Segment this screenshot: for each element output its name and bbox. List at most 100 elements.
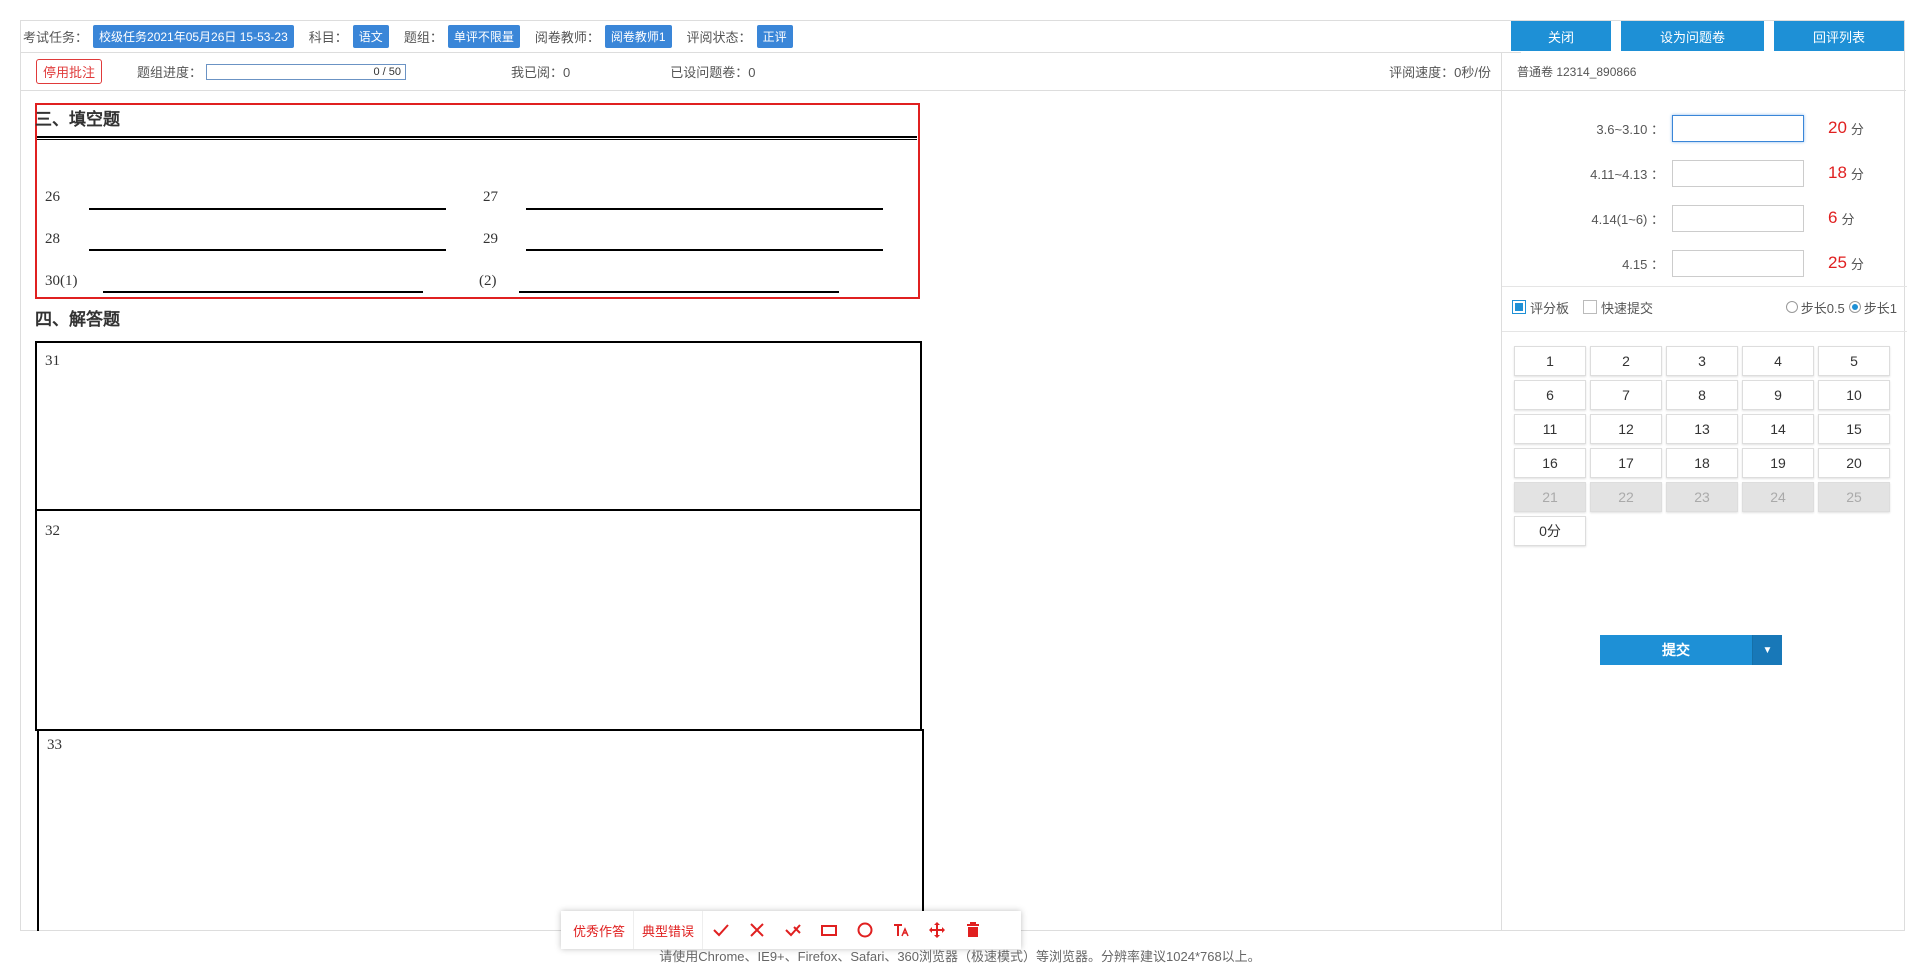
task-label: 考试任务：	[23, 30, 89, 45]
score-label: 4.14(1~6) ：	[1591, 211, 1664, 227]
progress-label: 题组进度：	[137, 65, 203, 80]
step-options: 步长0.5 步长1	[1785, 298, 1897, 317]
score-key[interactable]: 15	[1818, 414, 1890, 444]
score-input[interactable]	[1672, 159, 1804, 187]
quick-submit-checkbox[interactable]	[1583, 300, 1598, 314]
submit-dropdown-icon[interactable]: ▼	[1752, 635, 1782, 665]
divider-line	[37, 139, 917, 140]
quick-submit-label: 快速提交	[1601, 300, 1654, 316]
status-bar: 停用批注 题组进度： 0 / 50 我已阅：0 已设问题卷：0 评阅速度：0秒/…	[21, 53, 1501, 91]
score-key[interactable]: 14	[1742, 414, 1814, 444]
score-board-label: 评分板	[1530, 300, 1570, 316]
step-half-label: 步长0.5	[1800, 300, 1845, 316]
rectangle-icon[interactable]	[811, 911, 847, 949]
excellent-answer-button[interactable]: 优秀作答	[565, 911, 635, 949]
submit-button[interactable]: 提交	[1600, 635, 1752, 665]
score-key[interactable]: 19	[1742, 448, 1814, 478]
score-key[interactable]: 16	[1514, 448, 1586, 478]
divider-line	[37, 136, 917, 138]
score-key[interactable]: 8	[1666, 380, 1738, 410]
score-key[interactable]: 2	[1590, 346, 1662, 376]
score-key-disabled: 22	[1590, 482, 1662, 512]
score-key[interactable]: 11	[1514, 414, 1586, 444]
paper-number: 普通卷 12314_890866	[1501, 53, 1906, 91]
blank-number: (2)	[479, 273, 497, 289]
score-key[interactable]: 9	[1742, 380, 1814, 410]
score-unit: 分	[1850, 256, 1864, 272]
score-key-disabled: 21	[1514, 482, 1586, 512]
max-score: 6	[1828, 208, 1838, 227]
score-input[interactable]	[1672, 249, 1804, 277]
text-icon[interactable]	[883, 911, 919, 949]
max-score: 20	[1828, 118, 1847, 137]
circle-icon[interactable]	[847, 911, 883, 949]
score-key-disabled: 25	[1818, 482, 1890, 512]
set-problem-button[interactable]: 设为问题卷	[1621, 21, 1764, 51]
answer-line	[526, 208, 883, 210]
zero-score-key[interactable]: 0分	[1514, 516, 1586, 546]
score-row: 3.6~3.10 ： 20 分	[1502, 113, 1907, 143]
annotation-toolbar: 优秀作答 典型错误	[561, 911, 1021, 949]
top-actions: 关闭 设为问题卷 回评列表	[1511, 21, 1904, 53]
scoring-panel: 3.6~3.10 ： 20 分 4.11~4.13 ： 18 分 4.14(1~…	[1501, 91, 1907, 931]
score-key[interactable]: 12	[1590, 414, 1662, 444]
stop-annotate-button[interactable]: 停用批注	[36, 59, 103, 84]
progress-bar: 0 / 50	[206, 63, 407, 80]
typical-error-button[interactable]: 典型错误	[634, 911, 704, 949]
check-icon[interactable]	[703, 911, 739, 949]
score-key[interactable]: 18	[1666, 448, 1738, 478]
question-number: 33	[47, 737, 62, 753]
teacher-tag: 阅卷教师1	[604, 25, 672, 48]
score-key[interactable]: 20	[1818, 448, 1890, 478]
cross-icon[interactable]	[739, 911, 775, 949]
progress-text: 0 / 50	[373, 65, 402, 78]
score-key[interactable]: 4	[1742, 346, 1814, 376]
blank-number: 29	[483, 231, 498, 247]
app-frame: 考试任务： 校级任务2021年05月26日 15-53-23 科目： 语文 题组…	[20, 20, 1907, 949]
subject-label: 科目：	[308, 30, 348, 45]
step-one-label: 步长1	[1863, 300, 1897, 316]
panel-divider	[1502, 331, 1907, 332]
step-half-radio[interactable]	[1785, 301, 1798, 313]
score-key[interactable]: 17	[1590, 448, 1662, 478]
score-key-disabled: 24	[1742, 482, 1814, 512]
question-number: 31	[45, 353, 60, 369]
score-label: 4.15 ：	[1622, 256, 1664, 272]
trash-icon[interactable]	[955, 911, 991, 949]
blank-number: 30(1)	[45, 273, 78, 289]
exam-info-bar: 考试任务： 校级任务2021年05月26日 15-53-23 科目： 语文 题组…	[21, 21, 1521, 53]
answer-line	[89, 249, 446, 251]
task-tag: 校级任务2021年05月26日 15-53-23	[93, 25, 294, 48]
selected-question-box	[35, 103, 920, 299]
score-key[interactable]: 13	[1666, 414, 1738, 444]
score-row: 4.14(1~6) ： 6 分	[1502, 203, 1907, 233]
teacher-label: 阅卷教师：	[534, 30, 600, 45]
score-keypad: 1 2 3 4 5 6 7 8 9 10 11 12 13 14 15 16 1…	[1514, 346, 1894, 546]
close-button[interactable]: 关闭	[1511, 21, 1611, 51]
score-key[interactable]: 5	[1818, 346, 1890, 376]
score-key[interactable]: 7	[1590, 380, 1662, 410]
score-key[interactable]: 1	[1514, 346, 1586, 376]
question-number: 32	[45, 523, 60, 539]
group-label: 题组：	[403, 30, 443, 45]
answer-box-33: 33	[37, 729, 924, 931]
score-row: 4.11~4.13 ： 18 分	[1502, 158, 1907, 188]
answer-line	[526, 249, 883, 251]
review-list-button[interactable]: 回评列表	[1774, 21, 1904, 51]
score-key[interactable]: 3	[1666, 346, 1738, 376]
step-one-radio[interactable]	[1848, 301, 1861, 313]
submit-button-group: 提交 ▼	[1600, 635, 1782, 665]
half-check-icon[interactable]	[775, 911, 811, 949]
answer-line	[89, 208, 446, 210]
move-icon[interactable]	[919, 911, 955, 949]
score-key[interactable]: 6	[1514, 380, 1586, 410]
score-board-checkbox[interactable]	[1512, 300, 1526, 314]
max-score: 18	[1828, 163, 1847, 182]
score-input[interactable]	[1672, 204, 1804, 232]
answer-line	[103, 291, 423, 293]
answer-sheet-area[interactable]: 三、填空题 26 27 28 29 30(1) (2) 四、解答题 31 32 …	[21, 91, 1501, 931]
score-input[interactable]	[1672, 114, 1804, 142]
group-tag: 单评不限量	[447, 25, 520, 48]
browser-hint: 请使用Chrome、IE9+、Firefox、Safari、360浏览器（极速模…	[659, 949, 1261, 964]
score-key[interactable]: 10	[1818, 380, 1890, 410]
